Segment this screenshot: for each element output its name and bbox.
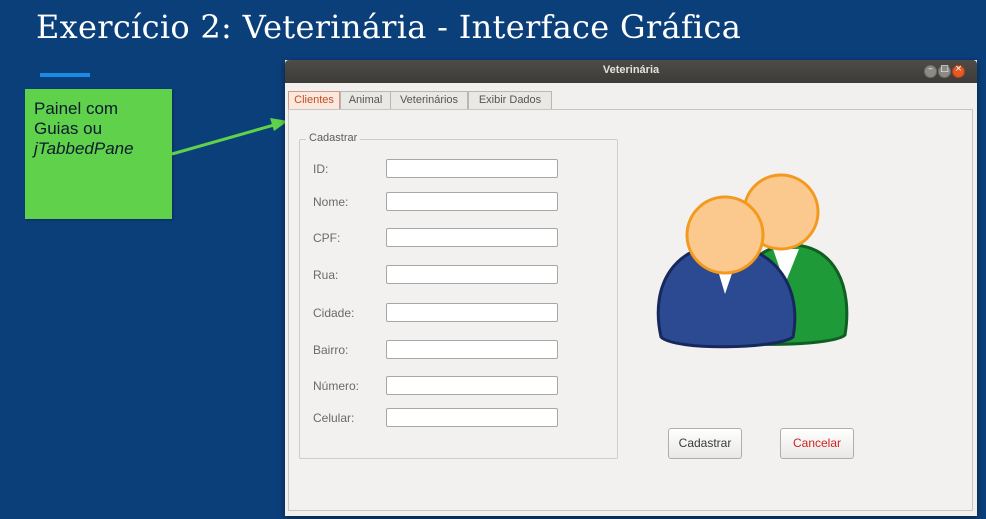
- bairro-field[interactable]: [386, 340, 558, 359]
- maximize-icon: □: [940, 64, 949, 74]
- minimize-button[interactable]: –: [924, 64, 937, 78]
- id-label: ID:: [313, 162, 329, 176]
- rua-label: Rua:: [313, 268, 339, 282]
- maximize-button[interactable]: □: [938, 64, 951, 78]
- users-icon: [656, 173, 849, 349]
- cpf-label: CPF:: [313, 231, 341, 245]
- close-button[interactable]: ×: [952, 64, 965, 78]
- close-icon: ×: [954, 64, 963, 74]
- app-window: Veterinária – □ × Clientes Animal Veteri…: [285, 60, 977, 516]
- tab-animal[interactable]: Animal: [340, 91, 391, 110]
- numero-label: Número:: [313, 379, 360, 393]
- window-titlebar[interactable]: Veterinária – □ ×: [285, 60, 977, 83]
- id-field[interactable]: [386, 159, 558, 178]
- cadastrar-button[interactable]: Cadastrar: [668, 428, 742, 459]
- cpf-field[interactable]: [386, 228, 558, 247]
- celular-field[interactable]: [386, 408, 558, 427]
- tab-exibir-dados[interactable]: Exibir Dados: [468, 91, 552, 110]
- window-title: Veterinária: [602, 64, 660, 76]
- cancelar-button[interactable]: Cancelar: [780, 428, 854, 459]
- nome-field[interactable]: [386, 192, 558, 211]
- cadastrar-fieldset: Cadastrar ID: Nome: CPF: Rua: Cidade: Ba…: [299, 132, 618, 459]
- tab-content-panel: Cadastrar ID: Nome: CPF: Rua: Cidade: Ba…: [288, 109, 973, 511]
- tab-clientes[interactable]: Clientes: [288, 91, 340, 110]
- cidade-field[interactable]: [386, 303, 558, 322]
- numero-field[interactable]: [386, 376, 558, 395]
- minimize-icon: –: [928, 64, 933, 74]
- bairro-label: Bairro:: [313, 343, 349, 357]
- celular-label: Celular:: [313, 411, 355, 425]
- cidade-label: Cidade:: [313, 306, 355, 320]
- rua-field[interactable]: [386, 265, 558, 284]
- fieldset-legend: Cadastrar: [306, 132, 361, 144]
- tab-veterinarios[interactable]: Veterinários: [390, 91, 468, 110]
- nome-label: Nome:: [313, 195, 349, 209]
